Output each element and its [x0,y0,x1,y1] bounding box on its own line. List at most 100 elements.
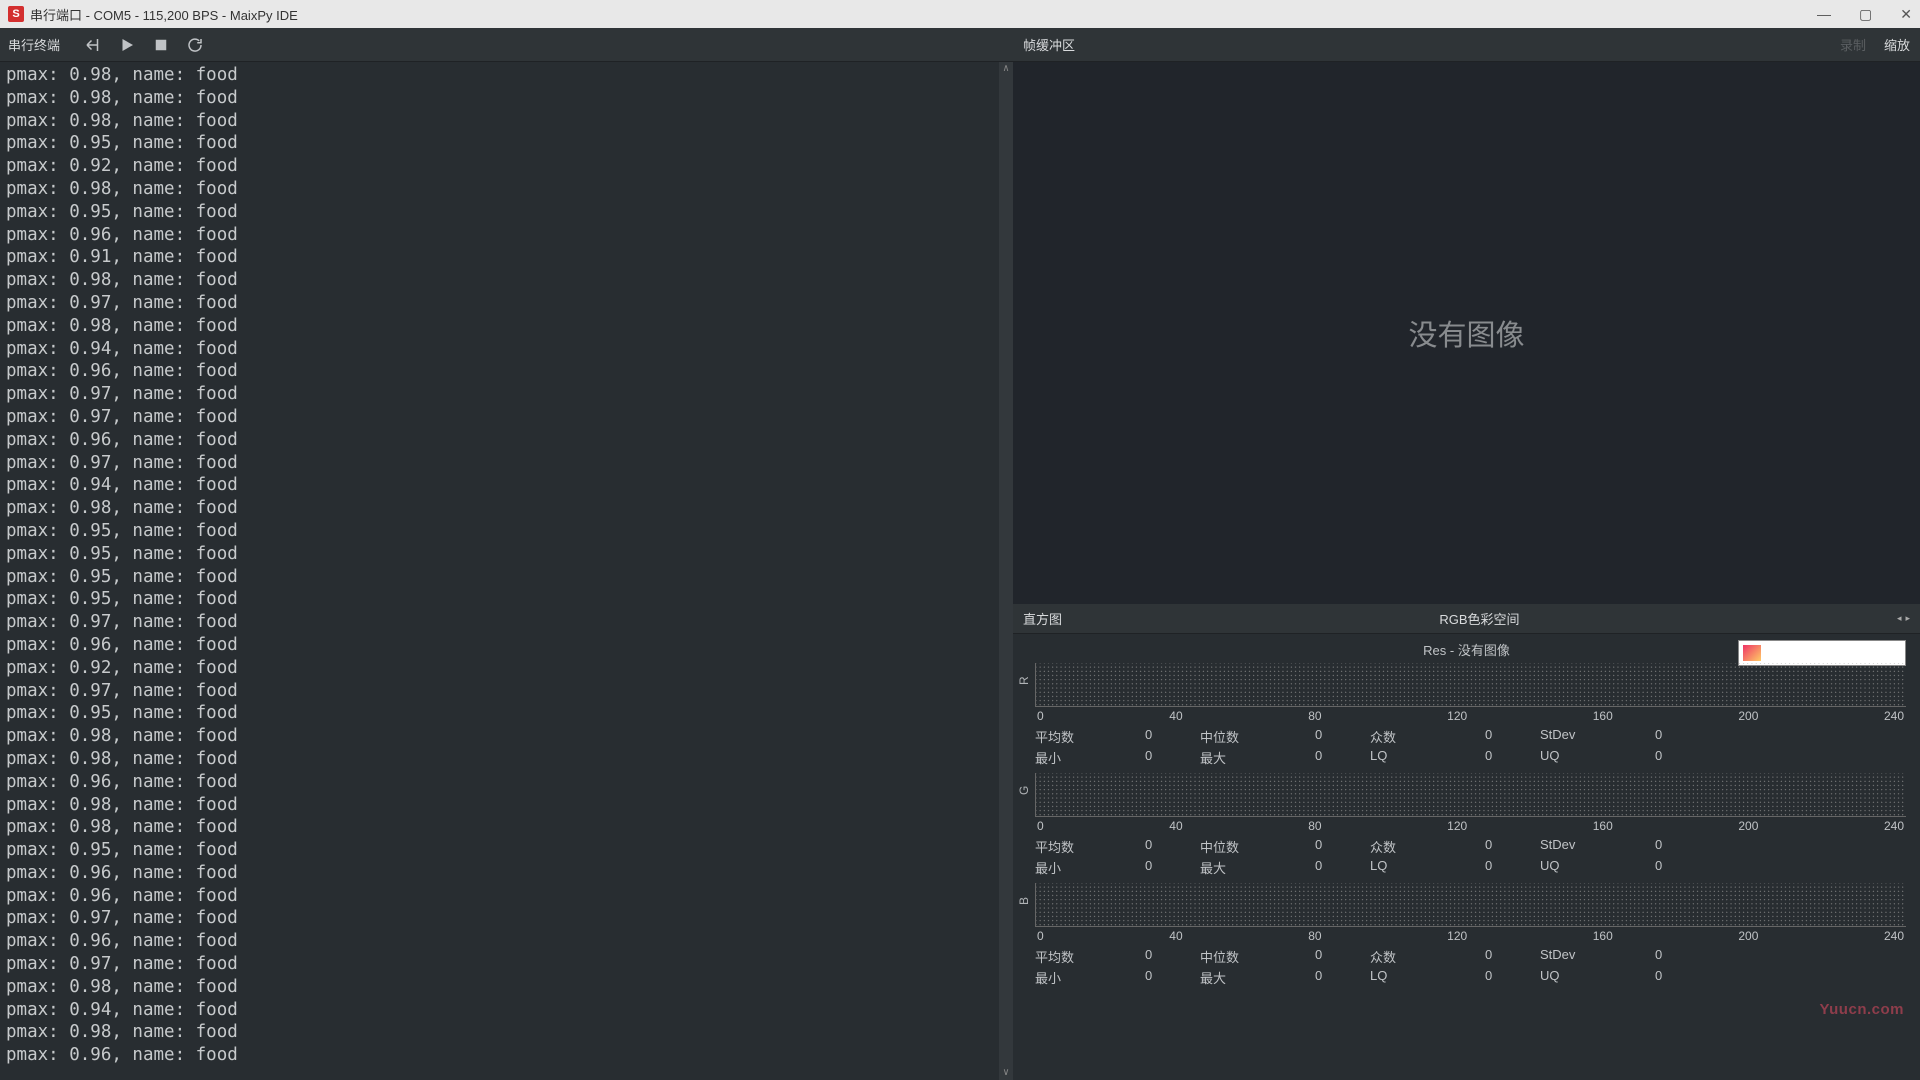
stat-value: 0 [1655,858,1710,877]
stat-label: 最大 [1200,858,1315,877]
histogram-grid [1035,663,1906,707]
stat-label: UQ [1540,858,1655,877]
terminal-line: pmax: 0.94, name: food [6,474,1007,497]
histogram-axis: 04080120160200240 [1035,709,1906,723]
stat-label: 中位数 [1200,727,1315,746]
terminal-line: pmax: 0.98, name: food [6,1021,1007,1044]
histogram-stats: 平均数0中位数0众数0StDev0最小0最大0LQ0UQ0 [1035,727,1906,767]
axis-tick: 80 [1308,709,1321,723]
axis-tick: 120 [1447,709,1467,723]
terminal-line: pmax: 0.92, name: food [6,155,1007,178]
axis-tick: 200 [1738,819,1758,833]
terminal-line: pmax: 0.98, name: food [6,64,1007,87]
terminal-line: pmax: 0.98, name: food [6,497,1007,520]
histogram-stats: 平均数0中位数0众数0StDev0最小0最大0LQ0UQ0 [1035,947,1906,987]
app-icon: S [8,6,24,22]
axis-tick: 240 [1884,709,1904,723]
terminal-line: pmax: 0.98, name: food [6,725,1007,748]
send-icon[interactable] [82,34,104,56]
colorspace-label: RGB色彩空间 [1062,609,1897,628]
channel-label: B [1017,891,1031,905]
axis-tick: 80 [1308,819,1321,833]
stat-value: 0 [1145,727,1200,746]
terminal-line: pmax: 0.98, name: food [6,794,1007,817]
axis-tick: 120 [1447,819,1467,833]
axis-tick: 40 [1169,819,1182,833]
terminal-line: pmax: 0.95, name: food [6,566,1007,589]
scroll-up-icon[interactable]: ∧ [999,62,1013,76]
stat-label: UQ [1540,968,1655,987]
terminal-line: pmax: 0.94, name: food [6,338,1007,361]
stat-value: 0 [1145,968,1200,987]
close-button[interactable]: ✕ [1900,6,1912,23]
stat-label: 众数 [1370,727,1485,746]
terminal-line: pmax: 0.97, name: food [6,907,1007,930]
refresh-icon[interactable] [184,34,206,56]
stat-value: 0 [1145,947,1200,966]
axis-tick: 160 [1593,929,1613,943]
stat-label: 众数 [1370,837,1485,856]
scroll-down-icon[interactable]: ∨ [999,1066,1013,1080]
stat-value: 0 [1145,748,1200,767]
terminal-line: pmax: 0.96, name: food [6,1044,1007,1067]
axis-tick: 120 [1447,929,1467,943]
terminal-line: pmax: 0.98, name: food [6,110,1007,133]
record-button: 录制 [1840,35,1866,54]
stop-icon[interactable] [150,34,172,56]
stat-value: 0 [1655,748,1710,767]
minimize-button[interactable]: — [1817,6,1831,23]
terminal-scrollbar[interactable]: ∧ ∨ [999,62,1013,1080]
channel-label: R [1017,671,1031,685]
serial-toolbar: 串行终端 [0,28,1013,62]
terminal-line: pmax: 0.96, name: food [6,771,1007,794]
stat-value: 0 [1655,837,1710,856]
terminal-line: pmax: 0.97, name: food [6,292,1007,315]
stat-label: 平均数 [1035,947,1145,966]
stat-label: StDev [1540,837,1655,856]
terminal-output[interactable]: ∧ ∨ pmax: 0.98, name: foodpmax: 0.98, na… [0,62,1013,1080]
stat-value: 0 [1485,727,1540,746]
terminal-line: pmax: 0.96, name: food [6,862,1007,885]
frame-buffer-toolbar: 帧缓冲区 录制 缩放 [1013,28,1920,62]
histogram-grid [1035,883,1906,927]
terminal-line: pmax: 0.97, name: food [6,383,1007,406]
terminal-line: pmax: 0.98, name: food [6,816,1007,839]
stat-label: 平均数 [1035,727,1145,746]
stat-value: 0 [1315,947,1370,966]
terminal-line: pmax: 0.96, name: food [6,224,1007,247]
axis-tick: 40 [1169,709,1182,723]
terminal-line: pmax: 0.96, name: food [6,885,1007,908]
stat-value: 0 [1485,748,1540,767]
stat-label: 中位数 [1200,947,1315,966]
frame-buffer-view: 没有图像 [1013,62,1920,604]
terminal-line: pmax: 0.97, name: food [6,452,1007,475]
histogram-area: Res - 没有图像 R04080120160200240平均数0中位数0众数0… [1013,634,1920,1080]
terminal-line: pmax: 0.98, name: food [6,976,1007,999]
stat-label: 最小 [1035,858,1145,877]
terminal-line: pmax: 0.98, name: food [6,315,1007,338]
stat-value: 0 [1315,748,1370,767]
maximize-button[interactable]: ▢ [1859,6,1872,23]
histogram-axis: 04080120160200240 [1035,929,1906,943]
axis-tick: 240 [1884,819,1904,833]
stat-value: 0 [1145,837,1200,856]
stat-value: 0 [1485,947,1540,966]
terminal-line: pmax: 0.98, name: food [6,87,1007,110]
terminal-line: pmax: 0.98, name: food [6,178,1007,201]
stat-value: 0 [1485,837,1540,856]
stat-value: 0 [1315,968,1370,987]
terminal-line: pmax: 0.95, name: food [6,543,1007,566]
zoom-button[interactable]: 缩放 [1884,35,1910,54]
terminal-line: pmax: 0.95, name: food [6,201,1007,224]
histogram-stats: 平均数0中位数0众数0StDev0最小0最大0LQ0UQ0 [1035,837,1906,877]
terminal-line: pmax: 0.96, name: food [6,360,1007,383]
axis-tick: 80 [1308,929,1321,943]
terminal-line: pmax: 0.97, name: food [6,953,1007,976]
colorspace-selector[interactable]: ◂▸ [1897,613,1910,624]
terminal-line: pmax: 0.98, name: food [6,748,1007,771]
titlebar: S 串行端口 - COM5 - 115,200 BPS - MaixPy IDE… [0,0,1920,28]
stat-label: StDev [1540,947,1655,966]
play-icon[interactable] [116,34,138,56]
frame-buffer-label: 帧缓冲区 [1023,35,1840,54]
stat-value: 0 [1655,947,1710,966]
